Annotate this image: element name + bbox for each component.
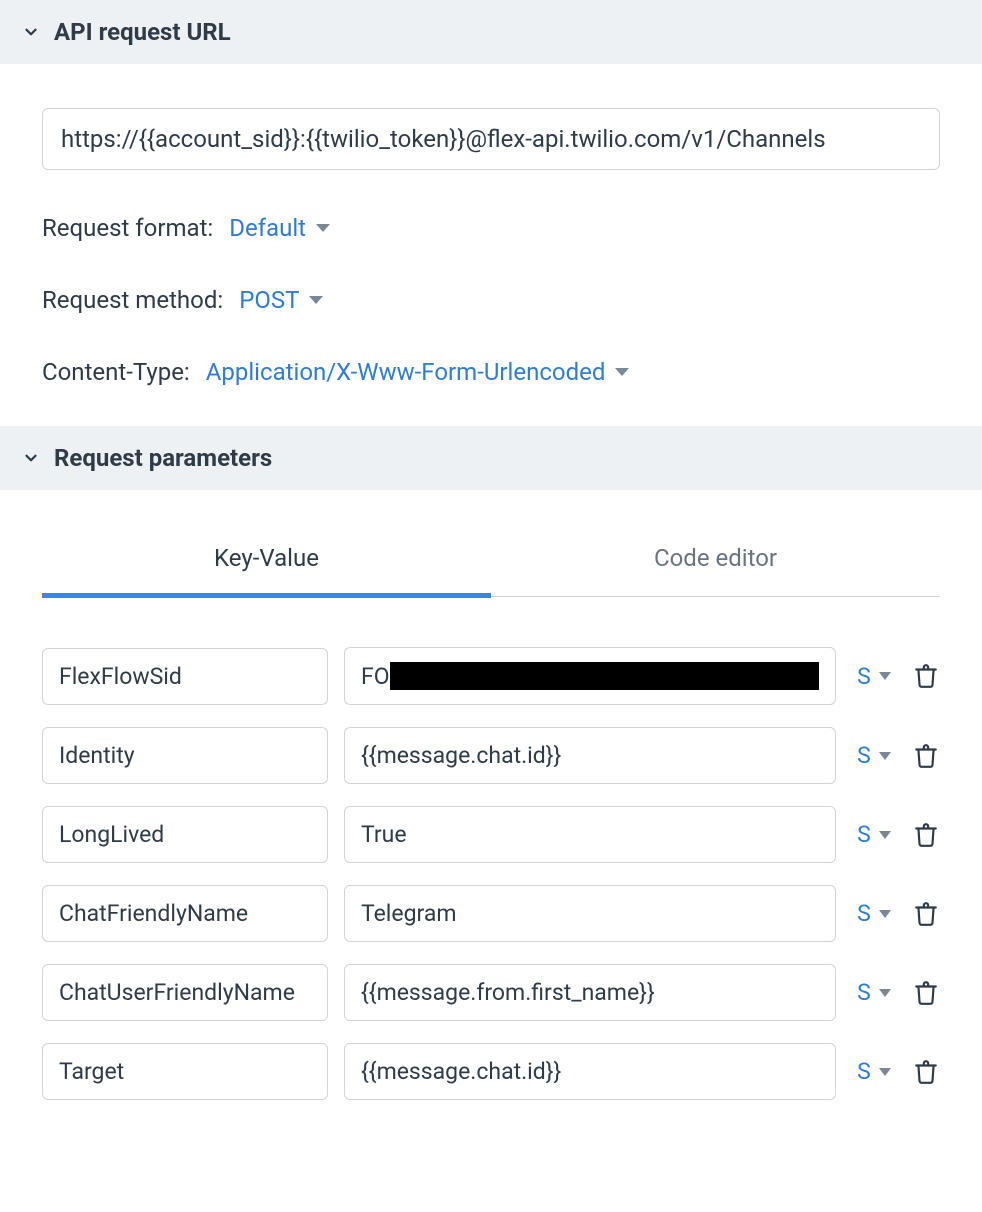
param-type-label: S	[857, 979, 871, 1006]
param-row: {{message.chat.id}} S	[42, 727, 940, 784]
param-row: FO S	[42, 647, 940, 705]
request-method-row: Request method: POST	[42, 286, 940, 314]
caret-down-icon	[879, 752, 891, 760]
params-list: FOS{{message.chat.id}}STrueSTelegramS{{m…	[0, 597, 982, 1142]
param-type-dropdown[interactable]: S	[852, 742, 896, 769]
trash-icon[interactable]	[912, 661, 940, 691]
param-value-input[interactable]: {{message.chat.id}}	[344, 1043, 836, 1100]
caret-down-icon	[879, 910, 891, 918]
param-type-dropdown[interactable]: S	[852, 663, 896, 690]
param-type-dropdown[interactable]: S	[852, 979, 896, 1006]
section-header-request-params[interactable]: Request parameters	[0, 426, 982, 490]
param-value-input[interactable]: {{message.chat.id}}	[344, 727, 836, 784]
tab-key-value[interactable]: Key-Value	[42, 520, 491, 596]
caret-down-icon	[879, 1068, 891, 1076]
request-method-label: Request method:	[42, 286, 223, 314]
param-type-label: S	[857, 1058, 871, 1085]
param-row: {{message.from.first_name}} S	[42, 964, 940, 1021]
content-type-row: Content-Type: Application/X-Www-Form-Url…	[42, 358, 940, 386]
param-key-input[interactable]	[42, 806, 328, 863]
param-row: {{message.chat.id}} S	[42, 1043, 940, 1100]
request-format-dropdown[interactable]: Default	[229, 214, 330, 242]
section-title: API request URL	[54, 18, 231, 46]
api-url-input[interactable]	[42, 108, 940, 170]
param-type-label: S	[857, 821, 871, 848]
trash-icon[interactable]	[912, 820, 940, 850]
content-type-label: Content-Type:	[42, 358, 190, 386]
caret-down-icon	[879, 831, 891, 839]
param-key-input[interactable]	[42, 648, 328, 705]
request-method-value: POST	[239, 286, 299, 314]
param-type-dropdown[interactable]: S	[852, 821, 896, 848]
param-value-input[interactable]: True	[344, 806, 836, 863]
param-value-input[interactable]: FO	[344, 647, 836, 705]
request-method-dropdown[interactable]: POST	[239, 286, 323, 314]
section-title: Request parameters	[54, 444, 272, 472]
request-format-value: Default	[229, 214, 306, 242]
trash-icon[interactable]	[912, 1057, 940, 1087]
request-format-row: Request format: Default	[42, 214, 940, 242]
trash-icon[interactable]	[912, 978, 940, 1008]
param-value-input[interactable]: Telegram	[344, 885, 836, 942]
caret-down-icon	[879, 989, 891, 997]
param-type-dropdown[interactable]: S	[852, 900, 896, 927]
content-type-dropdown[interactable]: Application/X-Www-Form-Urlencoded	[206, 358, 630, 386]
caret-down-icon	[309, 296, 323, 304]
trash-icon[interactable]	[912, 899, 940, 929]
caret-down-icon	[615, 368, 629, 376]
param-value-input[interactable]: {{message.from.first_name}}	[344, 964, 836, 1021]
chevron-down-icon	[22, 23, 40, 41]
param-type-label: S	[857, 900, 871, 927]
param-key-input[interactable]	[42, 964, 328, 1021]
caret-down-icon	[316, 224, 330, 232]
param-type-dropdown[interactable]: S	[852, 1058, 896, 1085]
param-key-input[interactable]	[42, 885, 328, 942]
api-url-body: Request format: Default Request method: …	[0, 64, 982, 426]
section-header-api-url[interactable]: API request URL	[0, 0, 982, 64]
content-type-value: Application/X-Www-Form-Urlencoded	[206, 358, 606, 386]
param-type-label: S	[857, 663, 871, 690]
param-row: True S	[42, 806, 940, 863]
trash-icon[interactable]	[912, 741, 940, 771]
param-key-input[interactable]	[42, 1043, 328, 1100]
request-format-label: Request format:	[42, 214, 213, 242]
param-key-input[interactable]	[42, 727, 328, 784]
param-row: Telegram S	[42, 885, 940, 942]
params-tabs: Key-Value Code editor	[42, 520, 940, 597]
param-type-label: S	[857, 742, 871, 769]
tab-code-editor[interactable]: Code editor	[491, 520, 940, 596]
chevron-down-icon	[22, 449, 40, 467]
redacted-value	[390, 662, 819, 690]
caret-down-icon	[879, 672, 891, 680]
param-value-prefix: FO	[361, 663, 390, 690]
